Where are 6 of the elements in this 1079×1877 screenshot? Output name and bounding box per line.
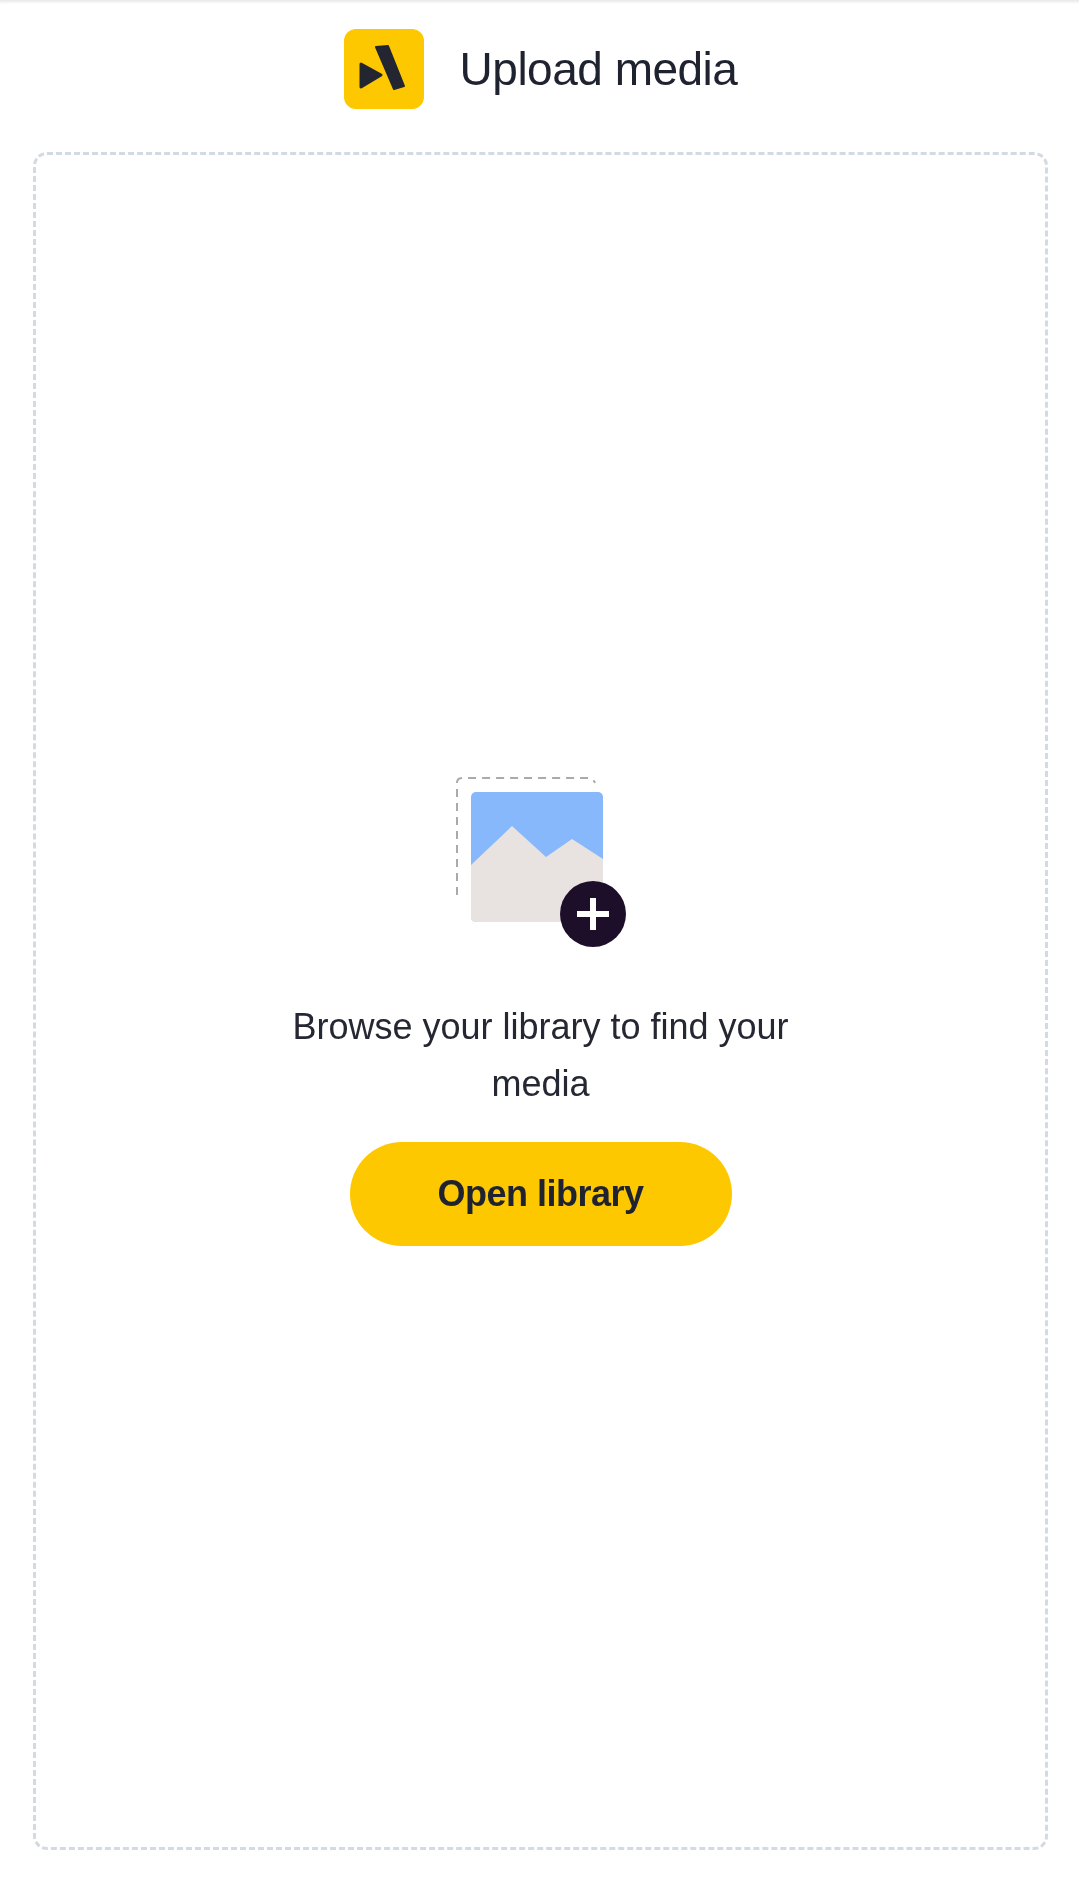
browse-message: Browse your library to find your media — [291, 1005, 790, 1106]
add-image-icon — [454, 776, 627, 948]
drop-zone[interactable]: Browse your library to find your media Open library — [33, 152, 1048, 1850]
page-title: Upload media — [459, 42, 738, 96]
open-library-button[interactable]: Open library — [349, 1142, 732, 1246]
logo-icon — [343, 29, 424, 109]
